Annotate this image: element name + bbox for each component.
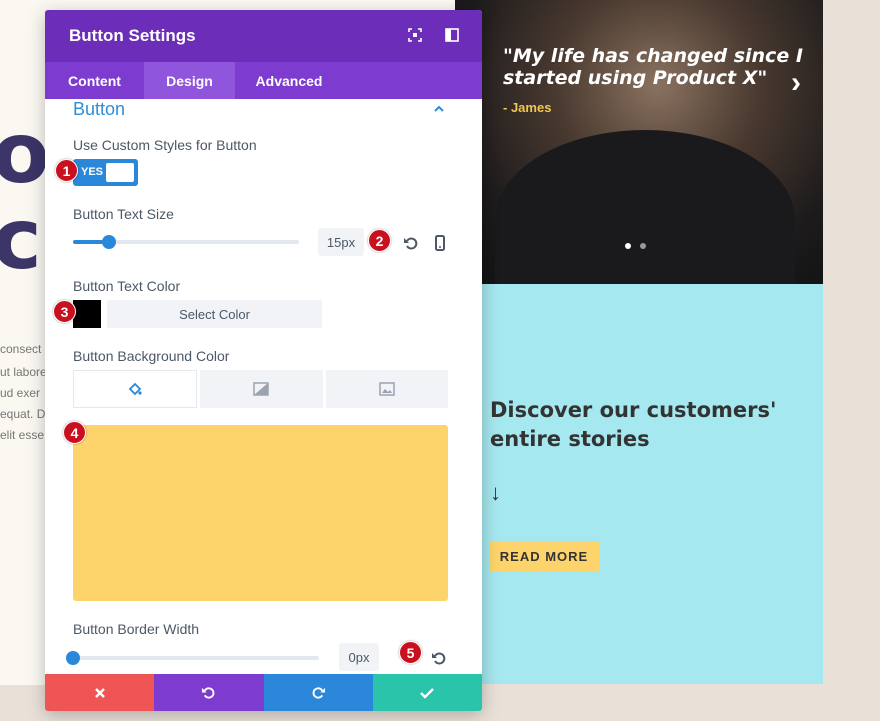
down-arrow-icon: ↓ bbox=[490, 480, 501, 505]
slider-next-arrow-icon[interactable]: › bbox=[791, 66, 801, 100]
slider-dot[interactable] bbox=[640, 243, 646, 249]
modal-title: Button Settings bbox=[69, 26, 196, 45]
border-width-input[interactable]: 0px bbox=[339, 643, 379, 671]
phone-responsive-icon[interactable] bbox=[432, 235, 448, 251]
annotation-badge: 1 bbox=[55, 159, 78, 182]
background-color-label: Button Background Color bbox=[73, 348, 230, 364]
settings-body: Button Use Custom Styles for Button YES … bbox=[45, 99, 482, 674]
gradient-icon bbox=[253, 382, 270, 396]
button-settings-modal: Button Settings Content Design Advanced … bbox=[45, 10, 482, 711]
undo-icon bbox=[202, 687, 215, 699]
hero-photo-figure bbox=[495, 130, 795, 284]
chevron-up-icon[interactable] bbox=[433, 103, 445, 115]
modal-footer bbox=[45, 674, 482, 711]
toggle-text: YES bbox=[81, 166, 104, 178]
cancel-button[interactable] bbox=[45, 674, 155, 711]
undo-button[interactable] bbox=[154, 674, 264, 711]
sidebar-toggle-icon[interactable] bbox=[445, 28, 459, 42]
paint-bucket-icon bbox=[128, 382, 142, 396]
background-type-tabs bbox=[73, 370, 448, 408]
background-gradient-tab[interactable] bbox=[200, 370, 323, 408]
border-width-slider-track[interactable] bbox=[73, 656, 319, 660]
body-text-line: equat. D bbox=[0, 407, 46, 421]
annotation-badge: 3 bbox=[53, 300, 76, 323]
background-color-preview[interactable] bbox=[73, 425, 448, 601]
redo-icon bbox=[312, 687, 325, 699]
custom-styles-toggle[interactable]: YES bbox=[73, 159, 138, 186]
body-text-line: ut labore bbox=[0, 365, 47, 379]
save-check-icon bbox=[420, 687, 435, 699]
heading-fragment-1: o bbox=[0, 104, 50, 202]
text-color-label: Button Text Color bbox=[73, 278, 181, 294]
modal-header: Button Settings bbox=[45, 10, 482, 62]
select-color-button[interactable]: Select Color bbox=[107, 300, 322, 328]
border-width-label: Button Border Width bbox=[73, 621, 200, 637]
body-text-line: elit esse bbox=[0, 428, 45, 442]
tab-content[interactable]: Content bbox=[45, 62, 144, 99]
section-title[interactable]: Button bbox=[73, 99, 125, 120]
slider-dots bbox=[625, 243, 646, 249]
tab-design[interactable]: Design bbox=[144, 62, 235, 99]
read-more-button[interactable]: READ MORE bbox=[489, 541, 599, 572]
image-icon bbox=[379, 382, 395, 396]
text-size-label: Button Text Size bbox=[73, 206, 174, 222]
cta-section: Discover our customers' entire stories ↓… bbox=[481, 284, 823, 684]
annotation-badge: 4 bbox=[63, 421, 86, 444]
reset-icon[interactable] bbox=[403, 235, 419, 251]
body-text-line: ud exer bbox=[0, 386, 41, 400]
redo-button[interactable] bbox=[263, 674, 373, 711]
body-text-line: consect bbox=[0, 342, 42, 356]
testimonial-author: - James bbox=[503, 100, 552, 115]
background-color-tab[interactable] bbox=[73, 370, 198, 408]
background-image-tab[interactable] bbox=[325, 370, 448, 408]
custom-styles-label: Use Custom Styles for Button bbox=[73, 137, 257, 153]
settings-tabs: Content Design Advanced bbox=[45, 62, 482, 99]
text-size-input[interactable]: 15px bbox=[318, 228, 364, 256]
text-color-swatch[interactable] bbox=[73, 300, 101, 328]
testimonial-quote: "My life has changed since I started usi… bbox=[503, 45, 803, 89]
slider-dot-active[interactable] bbox=[625, 243, 631, 249]
annotation-badge: 2 bbox=[368, 229, 391, 252]
toggle-knob bbox=[106, 163, 134, 182]
cancel-icon bbox=[94, 687, 105, 698]
border-width-slider-handle[interactable] bbox=[66, 651, 80, 665]
testimonial-slider: "My life has changed since I started usi… bbox=[455, 0, 823, 284]
save-button[interactable] bbox=[372, 674, 482, 711]
tab-advanced[interactable]: Advanced bbox=[235, 62, 343, 99]
cta-title: Discover our customers' entire stories bbox=[490, 398, 777, 451]
reset-icon[interactable] bbox=[431, 650, 447, 666]
annotation-badge: 5 bbox=[399, 641, 422, 664]
text-size-slider-handle[interactable] bbox=[102, 235, 117, 249]
fullscreen-icon[interactable] bbox=[408, 28, 422, 42]
